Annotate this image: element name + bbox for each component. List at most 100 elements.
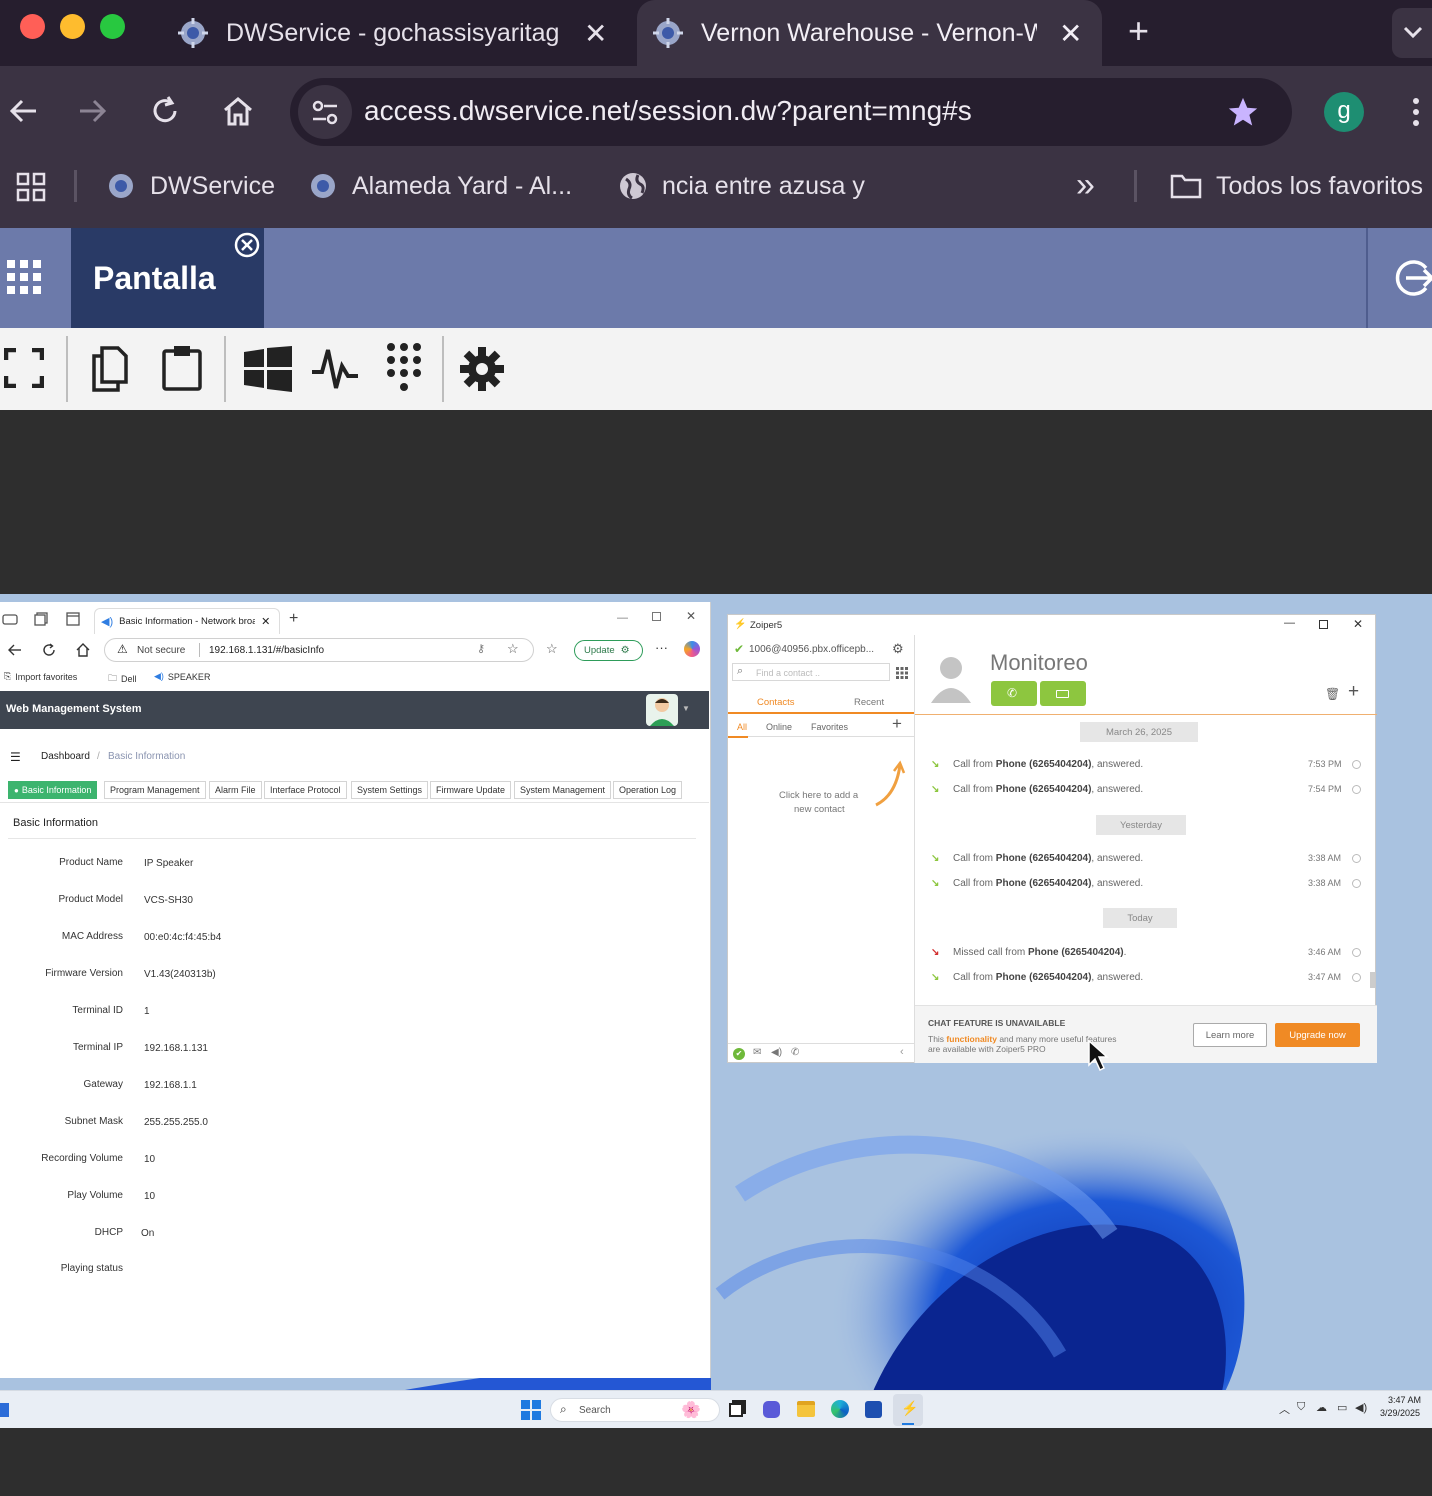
activity-pulse-icon[interactable] xyxy=(312,346,360,392)
call-history-item[interactable]: ↘ Call from Phone (6265404204), answered.… xyxy=(931,850,1361,866)
edge-new-tab-button[interactable]: + xyxy=(289,610,298,628)
empty-contacts-hint-line2[interactable]: new contact xyxy=(794,804,845,815)
favorites-icon[interactable]: ☆ xyxy=(546,641,558,657)
contact-search-input[interactable]: ⌕ Find a contact .. xyxy=(732,663,890,681)
network-icon[interactable]: ⛉ xyxy=(1297,1401,1305,1414)
promo-link[interactable]: functionality xyxy=(946,1034,997,1044)
back-arrow-icon[interactable] xyxy=(8,96,38,126)
back-arrow-icon[interactable] xyxy=(8,644,22,656)
bookmark-distancia[interactable]: ncia entre azusa y xyxy=(618,158,865,214)
filter-all[interactable]: All xyxy=(737,722,747,732)
upgrade-now-button[interactable]: Upgrade now xyxy=(1275,1023,1360,1047)
edge-update-button[interactable]: Update ⚙ xyxy=(574,640,643,661)
show-hidden-icons-chevron-icon[interactable]: ︿ xyxy=(1279,1401,1290,1417)
close-window-button[interactable] xyxy=(20,14,45,39)
fullscreen-icon[interactable] xyxy=(4,348,44,388)
task-view-icon[interactable] xyxy=(729,1403,743,1417)
volume-icon[interactable]: ◀) xyxy=(1355,1401,1367,1414)
close-tab-icon[interactable]: ✕ xyxy=(584,17,607,50)
windows-key-icon[interactable] xyxy=(244,346,292,392)
filter-online[interactable]: Online xyxy=(766,722,792,732)
profile-avatar[interactable]: g xyxy=(1324,92,1364,132)
widgets-icon[interactable] xyxy=(0,1403,9,1417)
user-avatar[interactable] xyxy=(646,694,678,726)
add-filter-icon[interactable]: + xyxy=(892,714,902,734)
subtab-basic-information[interactable]: ● Basic Information xyxy=(8,781,98,799)
new-tab-button[interactable]: + xyxy=(1128,10,1149,52)
close-tab-icon[interactable]: ✕ xyxy=(1059,17,1082,50)
account-label[interactable]: 1006@40956.pbx.officepb... xyxy=(749,644,885,655)
settings-gear-icon[interactable] xyxy=(460,347,504,391)
forward-arrow-icon[interactable] xyxy=(78,96,108,126)
bookmark-dwservice[interactable]: DWService xyxy=(106,158,275,214)
address-bar[interactable]: access.dwservice.net/session.dw?parent=m… xyxy=(290,78,1292,146)
message-icon[interactable]: ✉ xyxy=(753,1047,761,1058)
zoiper-minimize-button[interactable]: — xyxy=(1284,617,1295,629)
edge-maximize-button[interactable] xyxy=(652,612,661,621)
zoiper-taskbar-button[interactable]: ⚡ xyxy=(893,1394,923,1426)
not-secure-label[interactable]: Not secure xyxy=(137,645,185,656)
speaker-icon[interactable]: ◀) xyxy=(771,1047,782,1058)
more-bookmarks-button[interactable]: » xyxy=(1076,166,1095,205)
fav-speaker[interactable]: ◀) SPEAKER xyxy=(154,671,210,682)
history-scrollbar[interactable] xyxy=(1370,972,1375,988)
zoiper-close-button[interactable]: ✕ xyxy=(1353,617,1363,631)
tab-recent[interactable]: Recent xyxy=(854,697,884,708)
minimize-window-button[interactable] xyxy=(60,14,85,39)
call-history-item[interactable]: ↘ Call from Phone (6265404204), answered.… xyxy=(931,969,1361,985)
apps-menu-icon[interactable] xyxy=(7,260,41,294)
all-bookmarks-folder[interactable]: Todos los favoritos xyxy=(1170,158,1423,214)
tab-search-button[interactable] xyxy=(1392,8,1432,58)
browser-menu-icon[interactable] xyxy=(1410,96,1422,128)
reload-icon[interactable] xyxy=(42,643,56,657)
zoom-window-button[interactable] xyxy=(100,14,125,39)
screen-tab[interactable]: Pantalla xyxy=(71,228,264,328)
edge-close-button[interactable]: ✕ xyxy=(686,609,696,623)
edge-minimize-button[interactable]: — xyxy=(617,612,628,624)
zoiper-maximize-button[interactable] xyxy=(1319,620,1328,629)
apps-grid-icon[interactable] xyxy=(16,172,46,202)
tab-contacts[interactable]: Contacts xyxy=(757,697,795,708)
vertical-tabs-icon[interactable] xyxy=(66,612,80,626)
reload-icon[interactable] xyxy=(150,96,180,126)
fav-dell[interactable]: 🗀 Dell xyxy=(108,671,137,687)
subtab-alarm-file[interactable]: Alarm File xyxy=(209,781,262,799)
warning-triangle-icon[interactable]: ⚠ xyxy=(117,642,128,656)
delete-trash-icon[interactable]: 🗑 xyxy=(1325,687,1340,701)
edge-address-bar[interactable]: ⚠ Not secure 192.168.1.131/#/basicInfo ⚷… xyxy=(104,638,534,662)
logout-icon[interactable] xyxy=(1392,258,1432,298)
collapse-menu-icon[interactable]: ☰ xyxy=(10,750,21,764)
close-circle-icon[interactable] xyxy=(233,231,261,259)
bookmark-alameda-yard[interactable]: Alameda Yard - Al... xyxy=(308,158,572,214)
copy-icon[interactable] xyxy=(90,346,130,392)
audio-call-button[interactable]: ✆ xyxy=(991,681,1037,706)
teams-chat-icon[interactable] xyxy=(763,1401,780,1418)
subtab-program-management[interactable]: Program Management xyxy=(104,781,206,799)
taskbar-date[interactable]: 3/29/2025 xyxy=(1380,1408,1420,1418)
subtab-operation-log[interactable]: Operation Log xyxy=(613,781,683,799)
browser-tab-dwservice[interactable]: DWService - gochassisyaritag ✕ xyxy=(170,0,620,66)
tab-collections-icon[interactable] xyxy=(34,612,48,626)
subtab-interface-protocol[interactable]: Interface Protocol xyxy=(264,781,347,799)
site-info-button[interactable] xyxy=(298,85,352,139)
subtab-system-management[interactable]: System Management xyxy=(514,781,612,799)
close-tab-icon[interactable]: ✕ xyxy=(261,615,270,628)
onedrive-cloud-icon[interactable]: ☁ xyxy=(1316,1401,1327,1414)
online-status-icon[interactable]: ✔ xyxy=(733,1048,745,1060)
subtab-system-settings[interactable]: System Settings xyxy=(351,781,429,799)
start-windows-icon[interactable] xyxy=(521,1400,541,1420)
chevron-down-icon[interactable]: ▼ xyxy=(682,704,690,713)
remote-desktop[interactable]: ◀) Basic Information - Network broa ✕ + … xyxy=(0,594,1432,1428)
empty-contacts-hint-line1[interactable]: Click here to add a xyxy=(779,790,858,801)
panel-splitter[interactable] xyxy=(914,635,915,1063)
keypad-icon[interactable] xyxy=(386,342,422,394)
learn-more-button[interactable]: Learn more xyxy=(1193,1023,1267,1047)
call-history-item[interactable]: ↘ Call from Phone (6265404204), answered.… xyxy=(931,875,1361,891)
dialpad-icon[interactable] xyxy=(896,667,908,679)
taskbar-search-box[interactable]: ⌕ Search 🌸 xyxy=(550,1398,720,1422)
clipboard-icon[interactable] xyxy=(160,344,204,392)
add-contact-icon[interactable]: + xyxy=(1348,681,1359,703)
edge-workspaces-icon[interactable] xyxy=(2,612,18,626)
call-history-item[interactable]: ↘ Call from Phone (6265404204), answered.… xyxy=(931,781,1361,797)
key-icon[interactable]: ⚷ xyxy=(477,642,485,655)
